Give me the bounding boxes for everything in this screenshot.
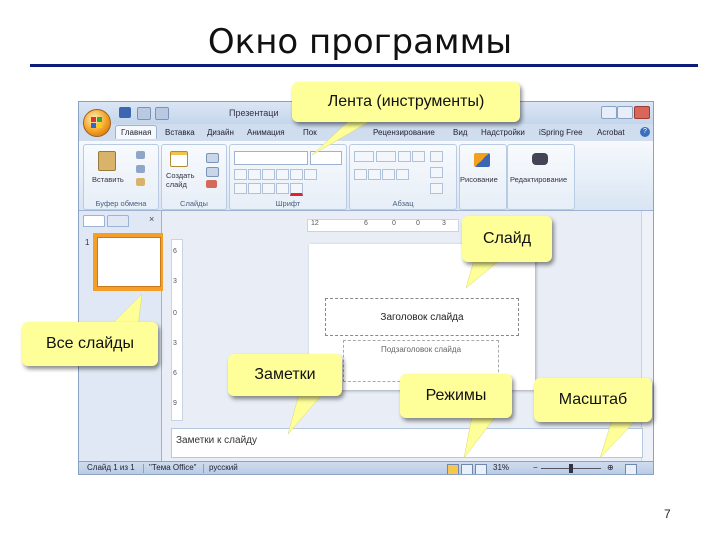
ribbon-callout-pointer [311,119,373,156]
callout-pointers [109,119,637,459]
ribbon-callout: Лента (инструменты) [292,82,520,122]
notes-callout-pointer [287,389,327,435]
slide-callout-pointer [465,259,501,289]
views-callout-pointer [463,415,497,459]
zoom-callout-pointer [599,419,637,459]
zoom-callout: Масштаб [534,378,652,422]
all-slides-callout: Все слайды [22,322,158,366]
notes-callout: Заметки [228,354,342,396]
slide-callout: Слайд [462,216,552,262]
views-callout: Режимы [400,374,512,418]
